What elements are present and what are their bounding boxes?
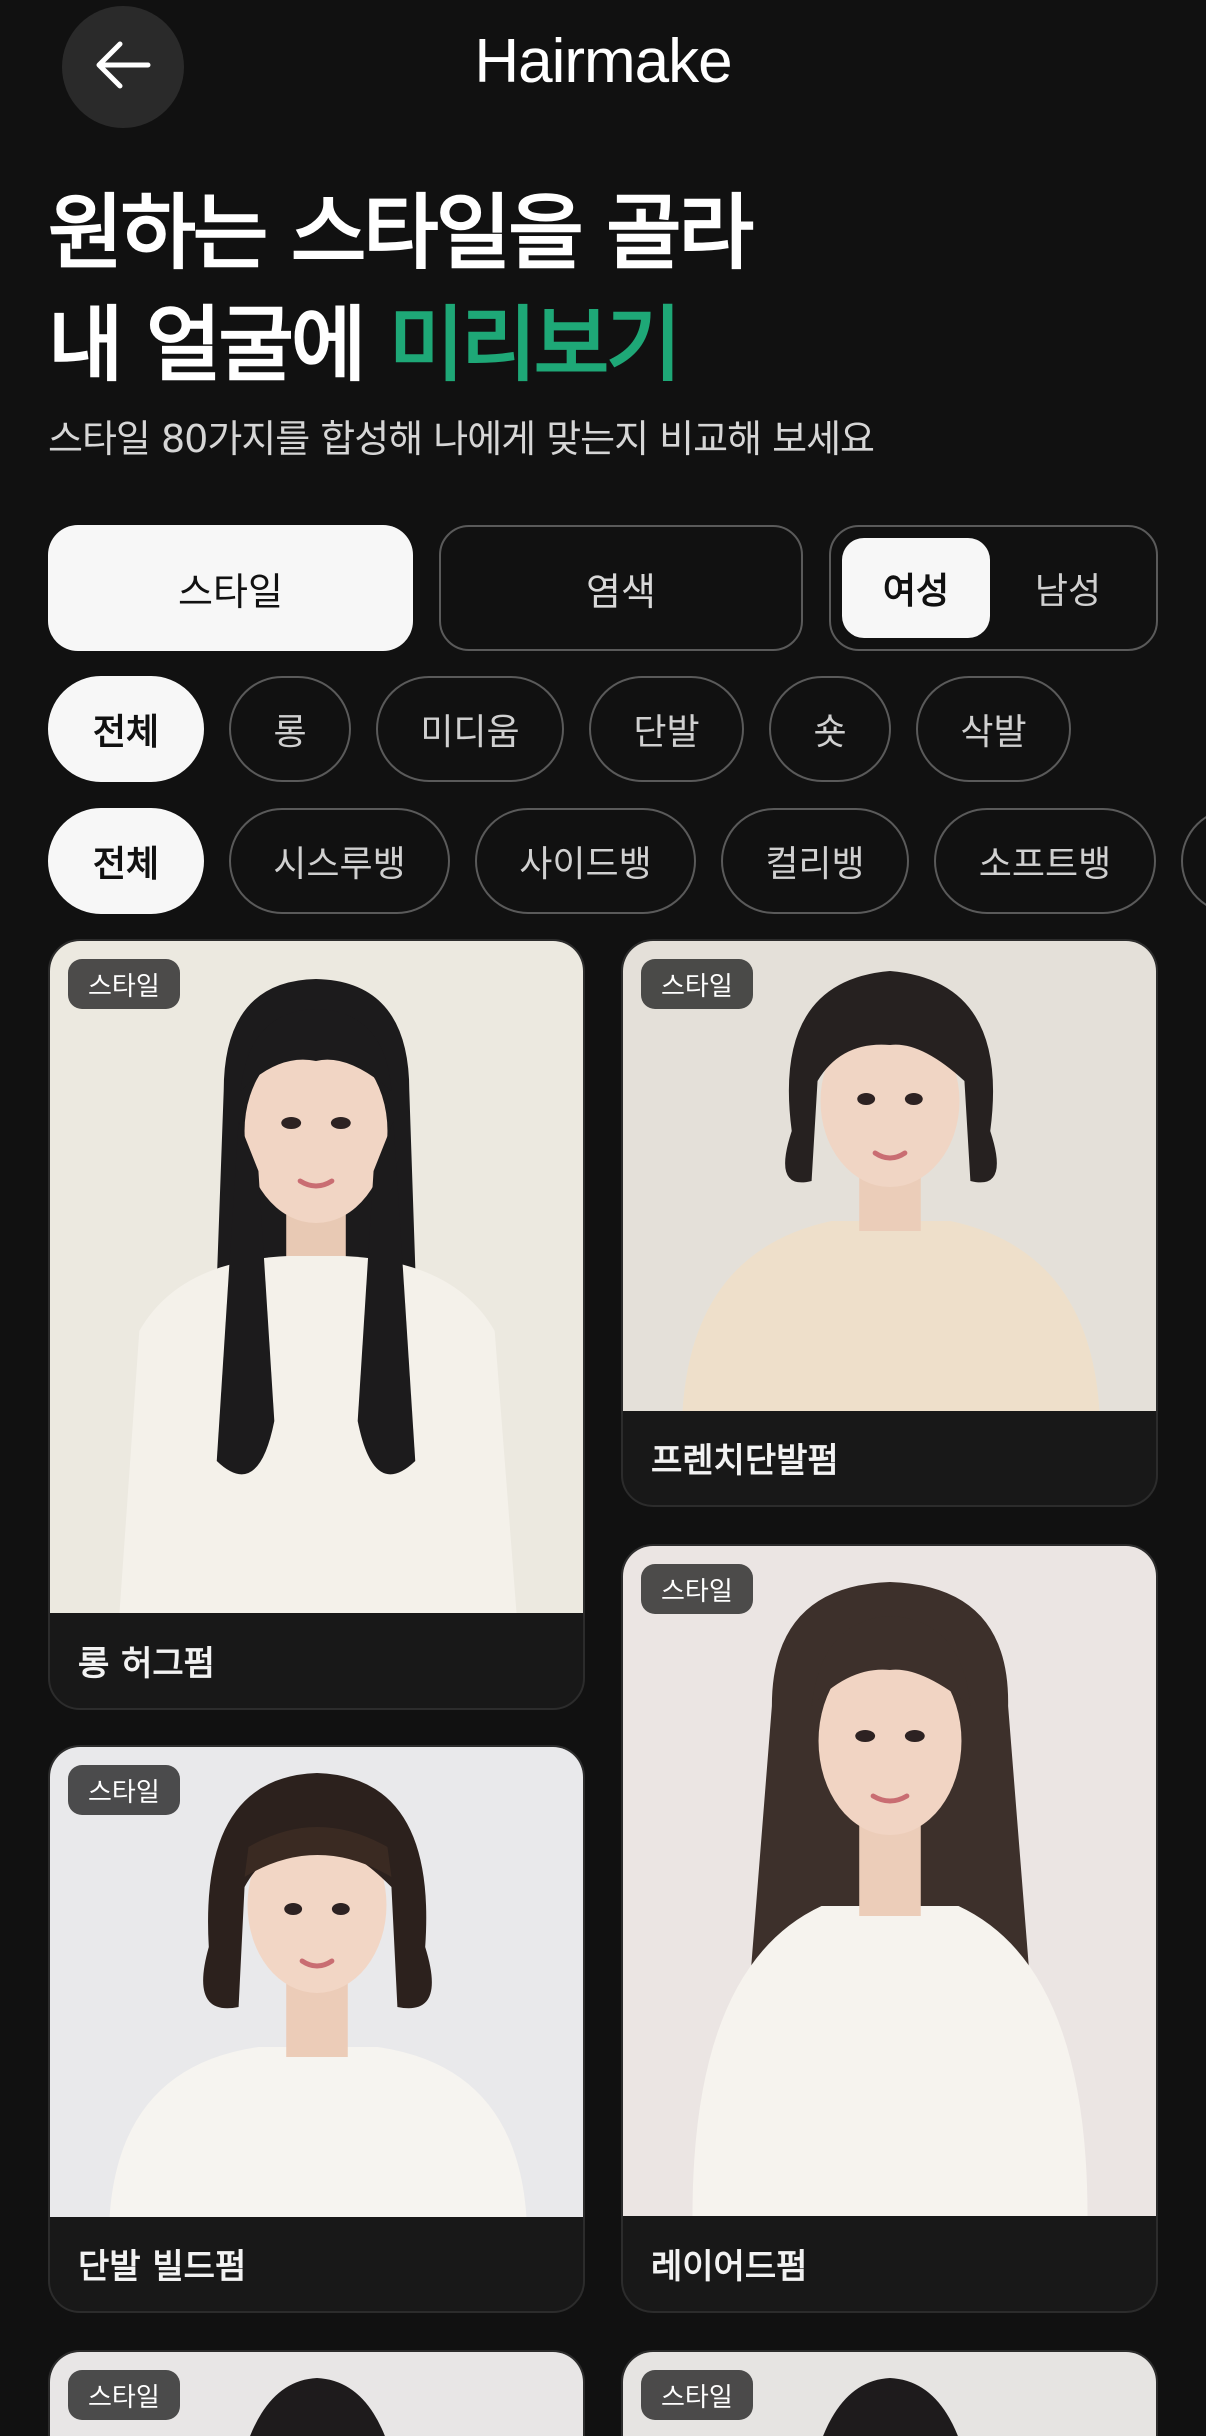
style-photo [50, 1747, 583, 2217]
length-chip-long[interactable]: 롱 [229, 676, 351, 782]
page: Hairmake 원하는 스타일을 골라 내 얼굴에 미리보기 스타일 80가지… [0, 0, 1206, 2436]
bangs-chip-overflow[interactable] [1181, 808, 1206, 914]
hero-title-line1: 원하는 스타일을 골라 [48, 186, 754, 281]
bangs-chip-all[interactable]: 전체 [48, 808, 204, 914]
tab-style[interactable]: 스타일 [48, 525, 413, 651]
style-photo [623, 1546, 1156, 2216]
hero-title-accent: 미리보기 [388, 298, 682, 393]
style-badge: 스타일 [641, 2370, 753, 2420]
length-chip-shaved[interactable]: 삭발 [916, 676, 1071, 782]
hero-subtitle: 스타일 80가지를 합성해 나에게 맞는지 비교해 보세요 [48, 417, 875, 461]
gender-toggle: 여성 남성 [829, 525, 1158, 651]
tab-color[interactable]: 염색 [439, 525, 803, 651]
style-name: 롱 허그펌 [78, 1643, 215, 1684]
length-chip-all[interactable]: 전체 [48, 676, 204, 782]
style-photo [50, 941, 583, 1613]
hero-title: 원하는 스타일을 골라 내 얼굴에 미리보기 [48, 178, 1148, 402]
style-badge: 스타일 [641, 959, 753, 1009]
bangs-chip-soft[interactable]: 소프트뱅 [934, 808, 1156, 914]
style-badge: 스타일 [68, 1765, 180, 1815]
bangs-chip-curly[interactable]: 컬리뱅 [721, 808, 909, 914]
gender-female-option[interactable]: 여성 [842, 538, 990, 638]
bangs-chip-seethrough[interactable]: 시스루뱅 [229, 808, 450, 914]
bangs-chip-side[interactable]: 사이드뱅 [475, 808, 696, 914]
app-logo: Hairmake [474, 27, 732, 96]
style-badge: 스타일 [68, 959, 180, 1009]
style-card[interactable]: 스타일 단발 빌드펌 [48, 1745, 585, 2313]
style-badge: 스타일 [641, 1564, 753, 1614]
style-badge: 스타일 [68, 2370, 180, 2420]
length-chip-short[interactable]: 숏 [769, 676, 891, 782]
hero-title-line2: 내 얼굴에 미리보기 [48, 290, 1148, 402]
hero-title-prefix: 내 얼굴에 [48, 298, 389, 393]
style-card[interactable]: 스타일 [621, 2350, 1158, 2436]
style-name: 단발 빌드펌 [78, 2246, 247, 2287]
style-name: 프렌치단발펌 [651, 1440, 839, 1481]
length-chip-bob[interactable]: 단발 [589, 676, 744, 782]
gender-male-option[interactable]: 남성 [993, 538, 1143, 638]
style-name: 레이어드펌 [651, 2246, 808, 2287]
style-card[interactable]: 스타일 프렌치단발펌 [621, 939, 1158, 1507]
style-photo [623, 941, 1156, 1411]
length-chip-medium[interactable]: 미디움 [376, 676, 564, 782]
style-card[interactable]: 스타일 레이어드펌 [621, 1544, 1158, 2313]
style-card[interactable]: 스타일 [48, 2350, 585, 2436]
style-card[interactable]: 스타일 롱 허그펌 [48, 939, 585, 1710]
